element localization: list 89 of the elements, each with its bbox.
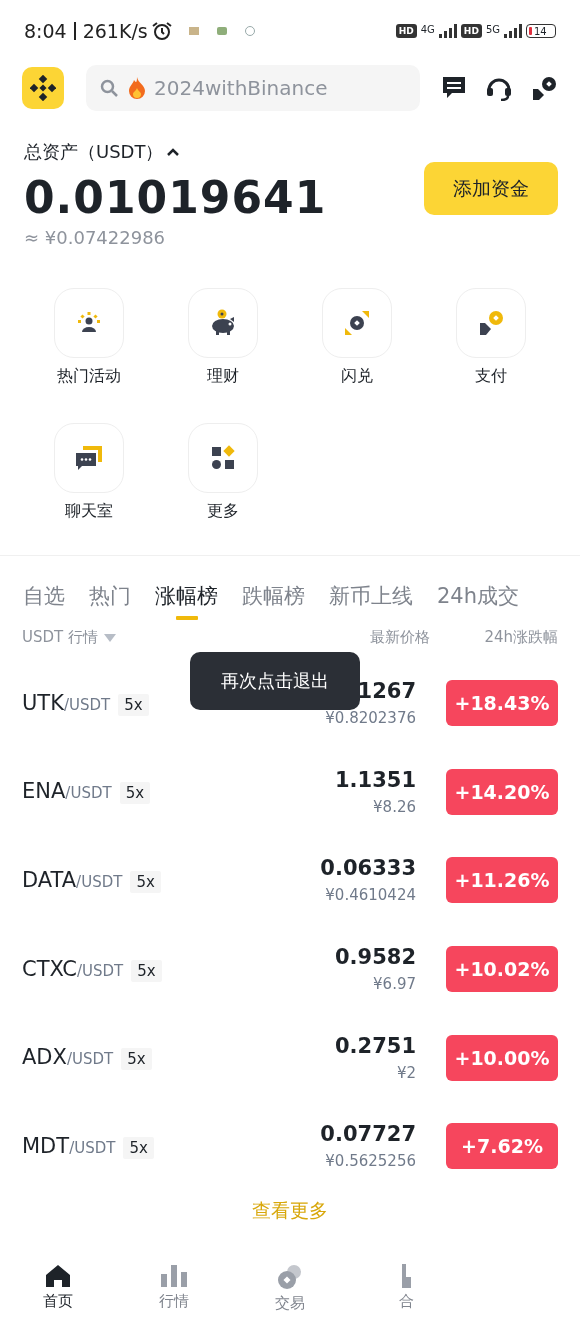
quote-currency: /USDT (69, 1138, 116, 1157)
last-price: 0.07727 (320, 1122, 416, 1147)
bar-chart-icon (160, 1264, 188, 1288)
hd-badge: HD (395, 24, 417, 38)
chat-bubble-icon (74, 444, 104, 472)
quote-currency: /USDT (64, 695, 111, 714)
quote-currency: /USDT (65, 784, 112, 803)
nav-item[interactable]: 行情 (116, 1264, 232, 1313)
app-notification-icon (243, 25, 256, 37)
fiat-price: ¥2 (396, 1063, 416, 1082)
battery-level: 14 (534, 25, 547, 37)
market-tab[interactable]: 涨幅榜 (155, 582, 218, 620)
leverage-tag: 5x (121, 1048, 152, 1071)
logo-icon[interactable] (22, 67, 64, 109)
market-tab[interactable]: 自选 (23, 582, 65, 620)
search-field[interactable]: 2024withBinance (86, 65, 420, 111)
clock-time: 8:04 (24, 20, 67, 42)
change-badge[interactable]: +10.02% (446, 946, 558, 993)
total-balance: 0.01019641 (24, 172, 327, 223)
network-type: 4G (420, 24, 435, 35)
fiat-price: ¥0.5625256 (325, 1152, 416, 1171)
fiat-price: ¥0.4610424 (325, 886, 416, 905)
toast-message: 再次点击退出 (190, 652, 360, 710)
futures-icon (401, 1264, 411, 1288)
coins-icon (276, 1264, 304, 1290)
shortcut-item[interactable]: 闪兑 (290, 288, 424, 387)
fiat-price: ¥0.8202376 (325, 709, 416, 728)
last-price: 1267 (357, 679, 416, 704)
nav-item[interactable]: 首页 (0, 1264, 116, 1313)
network-type: 5G (485, 24, 500, 35)
last-price: 0.06333 (320, 856, 416, 881)
quote-currency: /USDT (76, 873, 123, 891)
hand-coin-icon[interactable] (532, 75, 558, 101)
last-price: 0.9582 (334, 945, 416, 970)
coin-symbol[interactable]: MDT (22, 1133, 70, 1158)
shortcut-item[interactable]: 理财 (156, 288, 290, 387)
shortcut-item[interactable]: 热门活动 (22, 288, 156, 387)
nav-item[interactable]: 交易 (232, 1264, 348, 1313)
last-price: 0.2751 (334, 1033, 416, 1058)
app-notification-icon (215, 25, 228, 37)
network-speed: 261K/s (82, 20, 148, 42)
column-header[interactable]: USDT 行情 (22, 628, 98, 647)
hd-badge: HD (460, 24, 482, 38)
shortcut-item[interactable]: 聊天室 (22, 423, 156, 522)
search-icon (100, 79, 118, 97)
quote-currency: /USDT (77, 961, 124, 980)
change-badge[interactable]: +7.62% (446, 1123, 558, 1170)
change-badge[interactable]: +18.43% (446, 680, 558, 727)
leverage-tag: 5x (131, 959, 162, 982)
grid-shapes-icon (210, 445, 236, 471)
shortcut-item[interactable]: 更多 (156, 423, 290, 522)
assets-label: 总资产（USDT） (24, 140, 164, 164)
shortcut-item[interactable]: 支付 (424, 288, 558, 387)
home-icon (45, 1264, 71, 1288)
column-header: 最新价格 (370, 628, 431, 647)
leverage-tag: 5x (123, 1136, 154, 1159)
leverage-tag: 5x (130, 871, 161, 893)
last-price: 1.1351 (334, 767, 416, 792)
change-badge[interactable]: +14.20% (446, 768, 558, 815)
view-more-link[interactable]: 查看更多 (246, 1196, 334, 1225)
hand-coin-icon (477, 309, 505, 337)
coin-symbol[interactable]: CTXC (22, 956, 77, 981)
fiat-price: ¥8.26 (373, 797, 416, 816)
market-tab[interactable]: 24h成交 (437, 582, 520, 620)
fiat-price: ¥6.97 (373, 975, 416, 994)
column-header: 24h涨跌幅 (484, 628, 558, 647)
market-tab[interactable]: 新币上线 (329, 582, 413, 620)
coin-swap-icon (343, 309, 371, 337)
leverage-tag: 5x (118, 693, 149, 716)
message-icon[interactable] (442, 76, 466, 100)
signal-icon (504, 24, 522, 38)
add-funds-button[interactable]: 添加资金 (424, 162, 558, 215)
caret-up-icon[interactable] (167, 148, 180, 156)
change-badge[interactable]: +10.00% (446, 1034, 558, 1081)
quote-currency: /USDT (66, 1050, 114, 1069)
change-badge[interactable]: +11.26% (446, 857, 558, 904)
coin-symbol[interactable]: ADX (22, 1045, 67, 1070)
fire-icon (128, 77, 146, 99)
market-tab[interactable]: 热门 (89, 582, 131, 620)
coin-symbol[interactable]: UTK (22, 690, 64, 715)
app-notification-icon (187, 25, 200, 37)
alarm-icon (151, 21, 172, 41)
fiat-balance: ≈ ¥0.07422986 (24, 227, 167, 248)
coin-symbol[interactable]: DATA (22, 868, 77, 892)
market-tab[interactable]: 跌幅榜 (242, 582, 305, 620)
nav-item[interactable]: 合 (348, 1264, 464, 1313)
leverage-tag: 5x (119, 782, 151, 805)
signal-icon (438, 24, 457, 38)
coin-symbol[interactable]: ENA (22, 779, 66, 804)
